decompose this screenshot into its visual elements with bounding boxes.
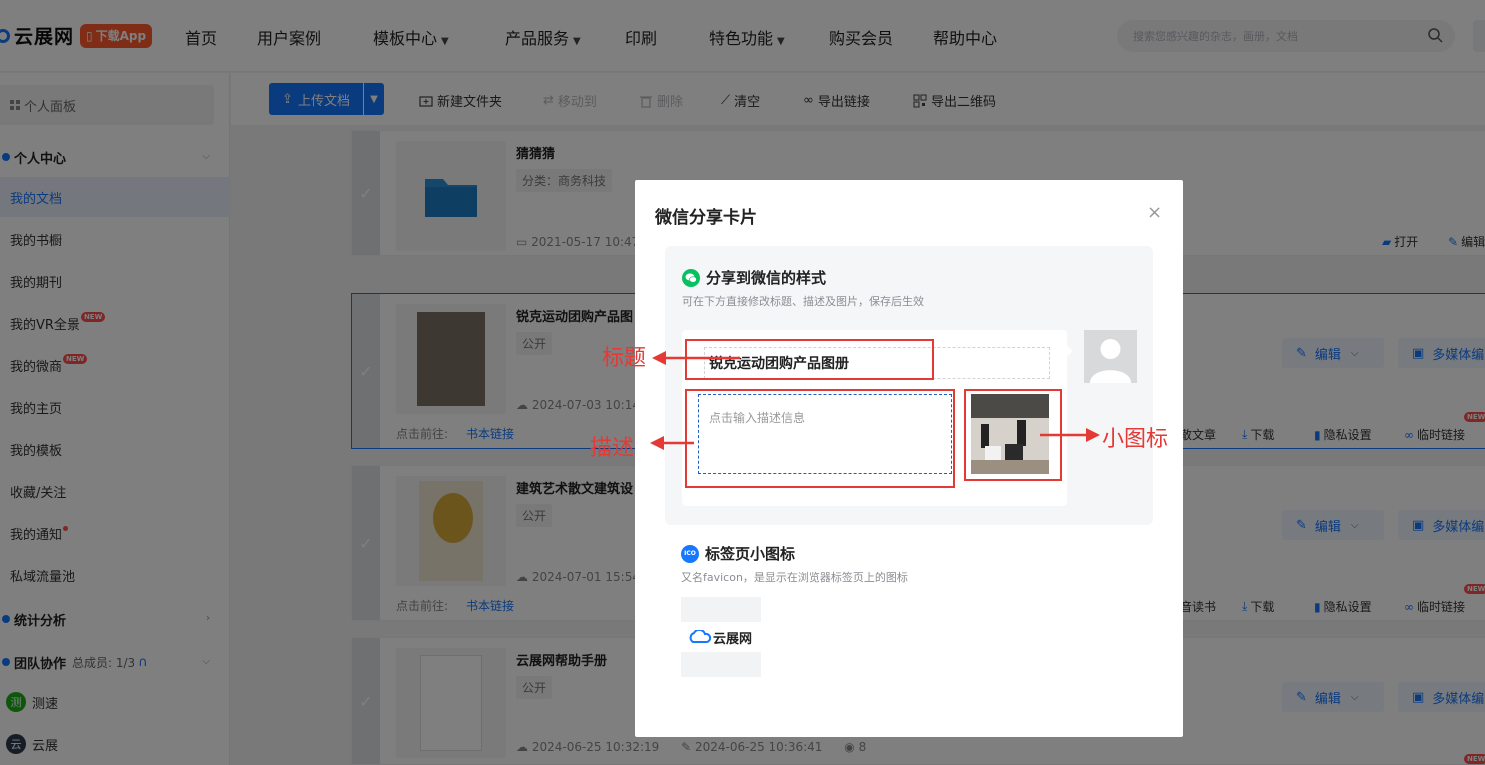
arrow-left-icon bbox=[652, 351, 740, 365]
arrow-right-icon bbox=[1040, 428, 1100, 442]
arrow-left-icon bbox=[650, 436, 694, 450]
annotation-arrows bbox=[650, 351, 1100, 450]
